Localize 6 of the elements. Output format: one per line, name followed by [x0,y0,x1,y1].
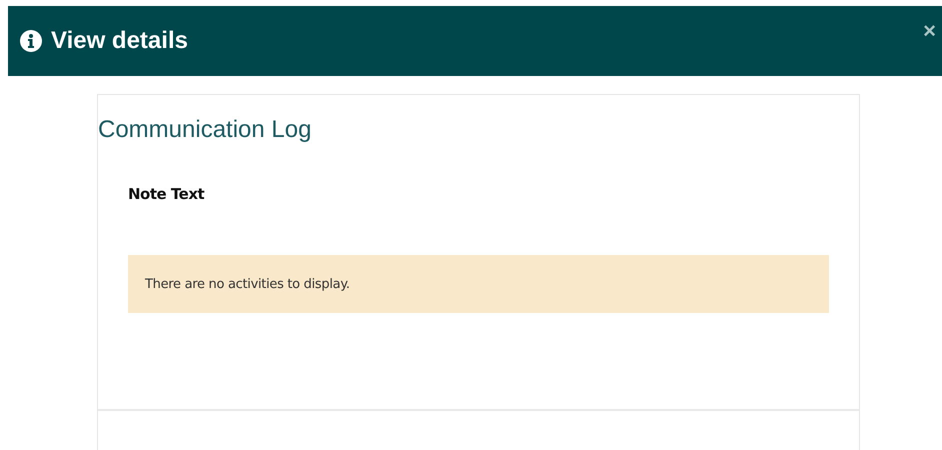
close-button[interactable]: × [921,20,938,42]
dialog-title: View details [51,27,188,55]
field-label: Note Text [128,185,206,203]
section-title: Communication Log [98,116,312,144]
empty-message: There are no activities to display. [145,276,350,292]
info-icon [20,30,42,52]
